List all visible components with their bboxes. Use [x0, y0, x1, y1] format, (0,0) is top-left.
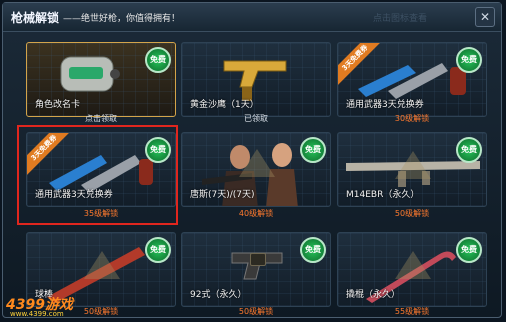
padlock-icon: [250, 253, 266, 266]
window-title: 枪械解锁: [11, 11, 60, 25]
lock-warning-icon: [239, 149, 275, 177]
header-hint-text: 点击图标查看: [372, 14, 427, 24]
claim-link[interactable]: 点击领取: [26, 113, 176, 124]
lock-warning-icon: [395, 151, 431, 179]
window-header: 枪械解锁 ——绝世好枪，你值得拥有！ 点击图标查看 ✕: [3, 3, 501, 32]
item-card-m14ebr[interactable]: 免费 M14EBR（永久）: [337, 132, 487, 207]
item-status: 55级解锁: [394, 307, 430, 316]
item-status: 40级解锁: [238, 209, 274, 218]
item-card-crowbar[interactable]: 免费 撬棍（永久）: [337, 232, 487, 307]
free-badge: 免费: [145, 237, 171, 263]
window-subtitle: ——绝世好枪，你值得拥有！: [63, 14, 181, 24]
item-status: 50级解锁: [238, 307, 274, 316]
item-name: 黄金沙鹰（1天）: [190, 100, 259, 110]
item-status: 30级解锁: [394, 114, 430, 123]
item-card-rename[interactable]: 免费 角色改名卡: [26, 42, 176, 117]
item-card-characters[interactable]: 免费 唐斯(7天)/(7天): [181, 132, 331, 207]
item-card-voucher-30[interactable]: 3天免费券 免费 通用武器3天兑换券: [337, 42, 487, 117]
free-badge: 免费: [300, 137, 326, 163]
item-status: 已领取: [244, 114, 268, 123]
lock-warning-icon: [84, 251, 120, 279]
free-badge: 免费: [300, 237, 326, 263]
item-card-type92[interactable]: 免费 92式（永久）: [181, 232, 331, 307]
item-name: 通用武器3天兑换券: [346, 100, 424, 110]
item-name: 撬棍（永久）: [346, 290, 401, 300]
free-badge: 免费: [456, 237, 482, 263]
site-logo: 4399游戏 www.4399.com: [6, 297, 73, 318]
item-name: 唐斯(7天)/(7天): [190, 190, 255, 200]
free-badge: 免费: [456, 47, 482, 73]
item-status: 50级解锁: [394, 209, 430, 218]
item-name: 角色改名卡: [35, 100, 81, 110]
selection-highlight: [17, 125, 178, 225]
close-button[interactable]: ✕: [475, 7, 495, 27]
item-name: M14EBR（永久）: [346, 190, 420, 200]
free-badge: 免费: [145, 47, 171, 73]
item-card-golden-deagle[interactable]: 黄金沙鹰（1天）: [181, 42, 331, 117]
item-name: 92式（永久）: [190, 290, 247, 300]
free-badge: 免费: [456, 137, 482, 163]
lock-warning-icon: [395, 251, 431, 279]
